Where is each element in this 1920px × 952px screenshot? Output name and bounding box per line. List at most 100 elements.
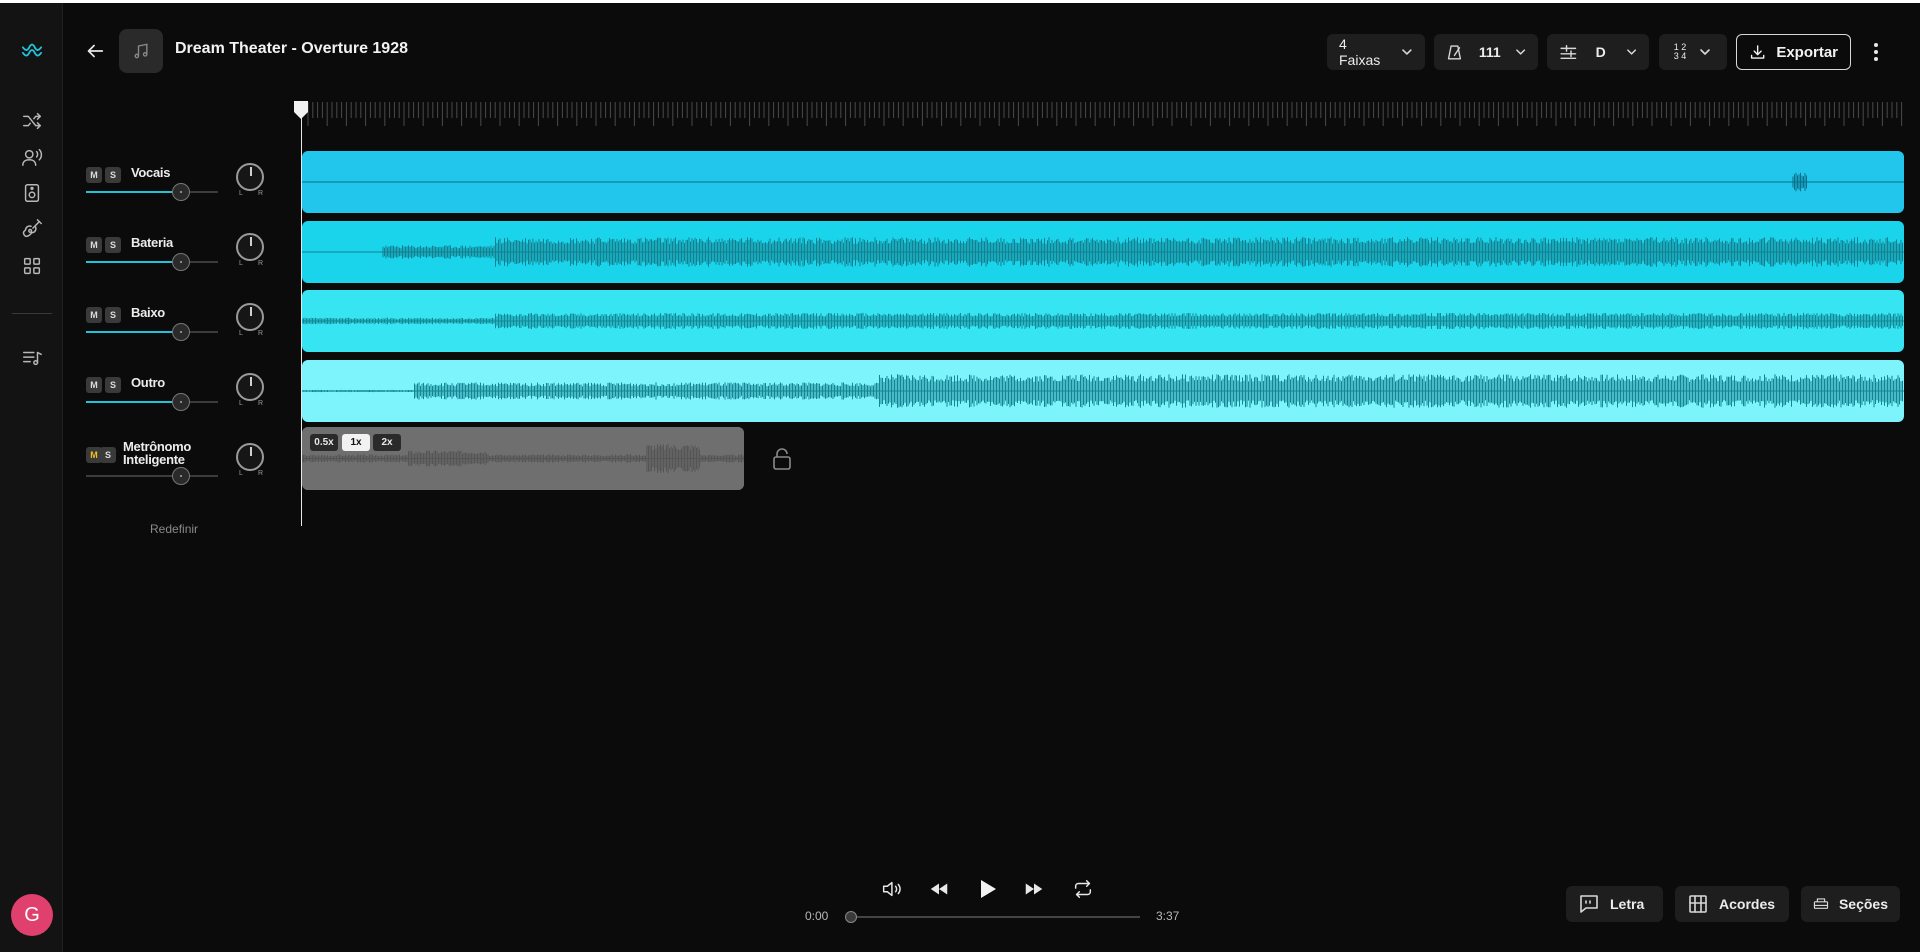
volume-icon[interactable] <box>878 876 904 902</box>
solo-button[interactable]: S <box>105 307 121 323</box>
progress-thumb[interactable] <box>845 911 857 923</box>
logo-icon[interactable] <box>20 39 44 63</box>
export-button[interactable]: Exportar <box>1736 34 1851 70</box>
rail-divider <box>12 313 52 314</box>
speaker-icon[interactable] <box>20 181 44 205</box>
pan-knob[interactable]: LR <box>236 373 264 409</box>
speed-0.5x-button[interactable]: 0.5x <box>310 434 338 451</box>
more-options-icon[interactable] <box>1866 40 1886 64</box>
mute-button[interactable]: M <box>86 237 102 253</box>
tracks-label: 4 Faixas <box>1339 36 1381 68</box>
lane-bateria[interactable] <box>302 221 1904 283</box>
pan-right-label: R <box>258 260 264 267</box>
count-in-dropdown[interactable]: 1 23 4 <box>1659 34 1727 70</box>
playhead-handle[interactable] <box>293 100 309 120</box>
metronome-icon <box>1447 45 1462 60</box>
fast-forward-icon[interactable] <box>1021 876 1047 902</box>
track-control-3: M S Outro L R <box>86 373 286 433</box>
solo-button[interactable]: S <box>105 167 121 183</box>
lane-metronomo[interactable]: 0.5x 1x 2x <box>302 427 744 490</box>
pan-knob[interactable]: LR <box>236 443 264 479</box>
lyrics-label: Letra <box>1610 896 1645 912</box>
track-name: Vocais <box>131 165 171 180</box>
track-name: Bateria <box>131 235 173 250</box>
solo-button[interactable]: S <box>100 447 116 463</box>
playhead-line <box>301 118 302 526</box>
count-in-icon: 1 23 4 <box>1673 42 1687 61</box>
pan-right-label: R <box>258 470 264 477</box>
track-control-2: M S Baixo L R <box>86 303 286 363</box>
sections-button[interactable]: Seções <box>1801 886 1900 922</box>
pan-right-label: R <box>258 190 264 197</box>
tempo-value: 111 <box>1478 44 1501 60</box>
voice-icon[interactable] <box>20 145 44 169</box>
download-icon <box>1750 45 1765 59</box>
chevron-down-icon <box>1515 49 1525 55</box>
chords-label: Acordes <box>1719 896 1776 912</box>
music-note-icon <box>134 43 148 59</box>
lock-icon[interactable] <box>771 447 795 473</box>
key-dropdown[interactable]: D <box>1547 34 1649 70</box>
tracks-dropdown[interactable]: 4 Faixas <box>1327 34 1425 70</box>
top-edge <box>0 0 1920 3</box>
volume-slider[interactable] <box>86 323 218 341</box>
tuning-icon <box>1560 44 1577 60</box>
volume-slider[interactable] <box>86 393 218 411</box>
loop-icon[interactable] <box>1070 876 1096 902</box>
timeline-ruler[interactable] <box>302 100 1904 132</box>
track-name: Baixo <box>131 305 165 320</box>
chevron-down-icon <box>1402 49 1412 55</box>
solo-button[interactable]: S <box>105 237 121 253</box>
mute-button[interactable]: M <box>86 167 102 183</box>
chevron-down-icon <box>1700 49 1710 55</box>
track-control-4: M S Metrônomo Inteligente L R <box>86 440 286 500</box>
left-rail: G <box>0 3 63 952</box>
reset-mix-button[interactable]: Redefinir <box>150 522 198 536</box>
play-icon[interactable] <box>974 876 1000 902</box>
apps-icon[interactable] <box>20 254 44 278</box>
track-control-0: M S Vocais L R <box>86 163 286 223</box>
solo-button[interactable]: S <box>105 377 121 393</box>
current-time: 0:00 <box>805 909 829 923</box>
pan-knob[interactable]: LR <box>236 233 264 269</box>
volume-slider[interactable] <box>86 467 218 485</box>
export-label: Exportar <box>1776 43 1838 61</box>
back-arrow-icon[interactable] <box>84 40 108 64</box>
shuffle-icon[interactable] <box>20 109 44 133</box>
rewind-icon[interactable] <box>926 876 952 902</box>
mute-button[interactable]: M <box>86 377 102 393</box>
progress-bar[interactable] <box>845 911 1140 923</box>
speed-2x-button[interactable]: 2x <box>373 434 401 451</box>
user-avatar[interactable]: G <box>11 894 53 936</box>
pan-right-label: R <box>258 330 264 337</box>
sections-label: Seções <box>1838 896 1888 912</box>
track-name: Metrônomo Inteligente <box>123 439 192 467</box>
mute-button[interactable]: M <box>86 307 102 323</box>
pan-knob[interactable]: LR <box>236 163 264 199</box>
chevron-down-icon <box>1626 49 1636 55</box>
song-cover <box>119 29 163 73</box>
pan-left-label: L <box>239 260 243 267</box>
lane-vocais[interactable] <box>302 151 1904 213</box>
volume-slider[interactable] <box>86 253 218 271</box>
total-time: 3:37 <box>1156 909 1180 923</box>
song-title: Dream Theater - Overture 1928 <box>175 40 408 57</box>
lyrics-button[interactable]: Letra <box>1566 886 1663 922</box>
pan-knob[interactable]: LR <box>236 303 264 339</box>
pan-left-label: L <box>239 330 243 337</box>
lyrics-icon <box>1580 895 1598 913</box>
chords-button[interactable]: Acordes <box>1675 886 1789 922</box>
volume-slider[interactable] <box>86 183 218 201</box>
lane-baixo[interactable] <box>302 290 1904 352</box>
key-value: D <box>1595 44 1606 60</box>
pan-left-label: L <box>239 470 243 477</box>
guitar-icon[interactable] <box>20 217 44 241</box>
tempo-dropdown[interactable]: 111 <box>1434 34 1538 70</box>
pan-left-label: L <box>239 400 243 407</box>
sections-icon <box>1813 898 1829 909</box>
track-control-1: M S Bateria L R <box>86 233 286 293</box>
speed-1x-button[interactable]: 1x <box>342 434 370 451</box>
lane-outro[interactable] <box>302 360 1904 422</box>
playlist-icon[interactable] <box>20 346 44 370</box>
track-name: Outro <box>131 375 165 390</box>
